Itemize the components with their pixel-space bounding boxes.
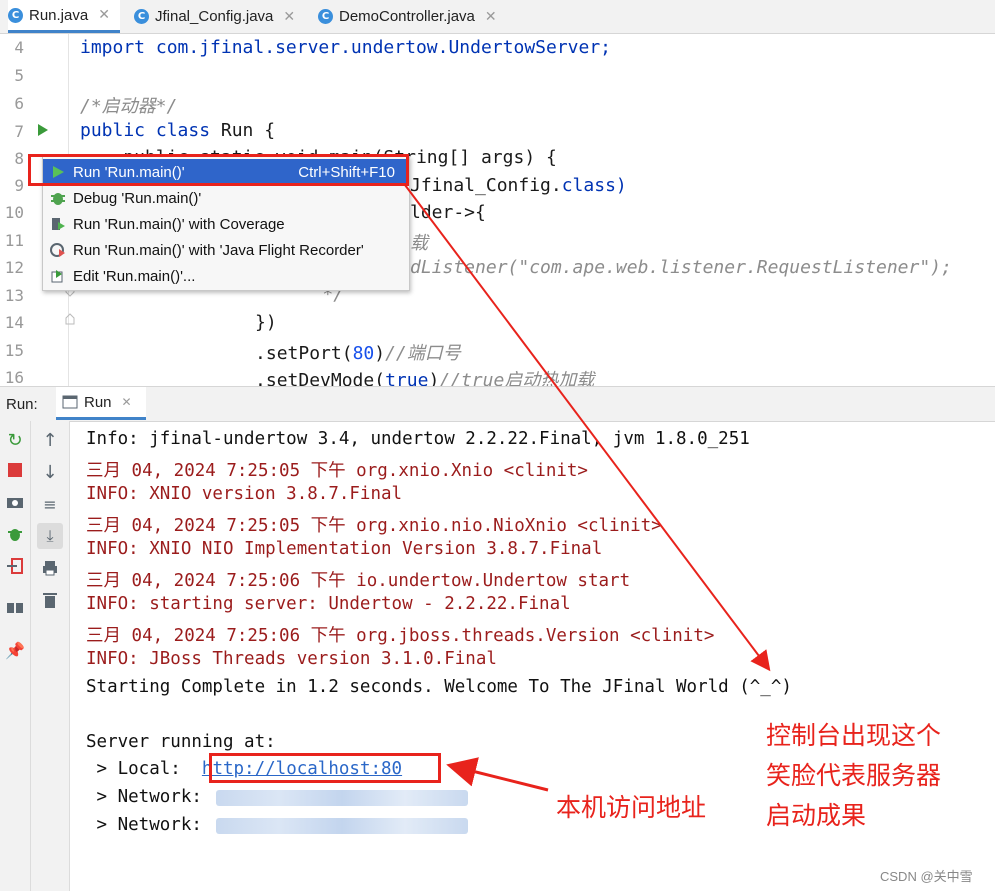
code-line: lder->{	[410, 202, 486, 223]
annotation-line: 控制台出现这个	[766, 721, 942, 750]
watermark: CSDN @关中雪	[880, 869, 973, 884]
pin-icon[interactable]: 📌	[2, 637, 28, 663]
redacted-network-address	[216, 818, 468, 834]
local-label: > Local:	[86, 759, 202, 779]
trash-icon[interactable]	[37, 587, 63, 613]
scroll-to-end-icon[interactable]: ⤓	[37, 523, 63, 549]
debug-icon	[49, 189, 67, 207]
editor-tab-bar: C Run.java ✕ C Jfinal_Config.java ✕ C De…	[0, 0, 995, 34]
console-line: 三月 04, 2024 7:25:06 下午 org.jboss.threads…	[86, 626, 715, 646]
annotation-line: 启动成果	[766, 801, 867, 830]
line-number: 4	[14, 38, 24, 57]
close-icon[interactable]: ✕	[283, 9, 295, 25]
tab-label: Run.java	[29, 6, 89, 24]
line-number: 14	[4, 313, 24, 332]
tab-demo-controller[interactable]: C DemoController.java ✕	[318, 0, 518, 33]
highlight-box-local-url	[209, 753, 441, 783]
code-line: public class Run {	[80, 120, 276, 141]
tab-label: Run	[84, 393, 112, 411]
line-number: 16	[4, 368, 24, 386]
menu-item-label: Run 'Run.main()' with Coverage	[73, 215, 285, 233]
arrow-up-icon[interactable]: ↑	[37, 427, 63, 453]
soft-wrap-icon[interactable]: ≡	[37, 491, 63, 517]
console-line: 三月 04, 2024 7:25:05 下午 org.xnio.nio.NioX…	[86, 516, 662, 536]
tab-label: Jfinal_Config.java	[155, 8, 274, 25]
console-line: Server running at:	[86, 732, 276, 752]
network-label: > Network:	[86, 787, 213, 807]
code-line: import com.jfinal.server.undertow.Undert…	[80, 37, 612, 58]
tab-jfinal-config[interactable]: C Jfinal_Config.java ✕	[134, 0, 304, 33]
run-panel-title: Run:	[6, 396, 38, 413]
exit-icon[interactable]	[2, 553, 28, 579]
line-number: 5	[14, 66, 24, 85]
run-toolbar-primary: ↻ 📌	[0, 421, 31, 891]
run-panel-header: Run: Run ✕	[0, 386, 995, 422]
line-number: 11	[4, 231, 24, 250]
java-class-icon: C	[134, 9, 149, 24]
java-run-file-icon: C	[8, 7, 23, 23]
layout-icon[interactable]	[2, 595, 28, 621]
code-line: dListener("com.ape.web.listener.RequestL…	[410, 257, 952, 278]
line-number: 12	[4, 258, 24, 277]
line-number: 8	[14, 149, 24, 168]
console-line: 三月 04, 2024 7:25:05 下午 org.xnio.Xnio <cl…	[86, 461, 588, 481]
code-line: 载	[410, 233, 428, 254]
code-line: /*启动器*/	[80, 96, 178, 117]
console-line: INFO: starting server: Undertow - 2.2.22…	[86, 594, 571, 614]
console-line-network: > Network:	[86, 815, 212, 835]
menu-item-label: Debug 'Run.main()'	[73, 189, 202, 207]
smile-annotation: 控制台出现这个 笑脸代表服务器 启动成果	[766, 716, 941, 836]
menu-item-debug[interactable]: Debug 'Run.main()'	[43, 185, 409, 211]
tab-run-console[interactable]: Run ✕	[56, 387, 146, 420]
menu-item-flight-recorder[interactable]: Run 'Run.main()' with 'Java Flight Recor…	[43, 237, 409, 263]
line-number: 6	[14, 94, 24, 113]
tab-run-java[interactable]: C Run.java ✕	[8, 0, 120, 33]
line-number: 13	[4, 286, 24, 305]
debug-icon[interactable]	[2, 521, 28, 547]
coverage-icon	[49, 215, 67, 233]
line-number: 7	[14, 122, 24, 141]
console-line-network: > Network:	[86, 787, 212, 807]
console-line: 三月 04, 2024 7:25:06 下午 io.undertow.Under…	[86, 571, 631, 591]
code-line: })	[190, 312, 277, 333]
java-class-icon: C	[318, 9, 333, 24]
highlight-box-run-item	[28, 154, 409, 186]
console-line: INFO: XNIO version 3.8.7.Final	[86, 484, 403, 504]
flight-recorder-icon	[49, 241, 67, 259]
arrow-down-icon[interactable]: ↓	[37, 459, 63, 485]
fold-icon[interactable]	[64, 312, 76, 326]
close-icon[interactable]: ✕	[98, 7, 110, 23]
code-line: .setDevMode(true)//true启动热加载	[190, 370, 595, 386]
menu-item-coverage[interactable]: Run 'Run.main()' with Coverage	[43, 211, 409, 237]
tab-label: DemoController.java	[339, 8, 475, 25]
local-annotation: 本机访问地址	[556, 793, 707, 822]
console-line: Info: jfinal-undertow 3.4, undertow 2.2.…	[86, 429, 750, 449]
console-line: Starting Complete in 1.2 seconds. Welcom…	[86, 677, 792, 697]
camera-icon[interactable]	[2, 489, 28, 515]
rerun-icon[interactable]: ↻	[2, 427, 28, 453]
run-gutter-icon[interactable]	[36, 122, 50, 138]
close-icon[interactable]: ✕	[122, 395, 132, 409]
stop-icon[interactable]	[2, 457, 28, 483]
run-toolbar-secondary: ↑ ↓ ≡ ⤓	[31, 421, 70, 891]
print-icon[interactable]	[37, 555, 63, 581]
code-line: .setPort(80)//端口号	[190, 343, 461, 364]
close-icon[interactable]: ✕	[485, 9, 497, 25]
console-icon	[62, 395, 78, 409]
line-number: 15	[4, 341, 24, 360]
console-line: INFO: XNIO NIO Implementation Version 3.…	[86, 539, 603, 559]
line-number: 9	[14, 176, 24, 195]
menu-item-label: Run 'Run.main()' with 'Java Flight Recor…	[73, 241, 364, 259]
network-label: > Network:	[86, 815, 213, 835]
redacted-network-address	[216, 790, 468, 806]
annotation-line: 笑脸代表服务器	[766, 761, 942, 790]
menu-item-edit-config[interactable]: Edit 'Run.main()'...	[43, 263, 409, 289]
code-line: Jfinal_Config.class)	[410, 175, 627, 196]
edit-config-icon	[49, 267, 67, 285]
console-line: INFO: JBoss Threads version 3.1.0.Final	[86, 649, 497, 669]
line-number: 10	[4, 203, 24, 222]
menu-item-label: Edit 'Run.main()'...	[73, 267, 196, 285]
